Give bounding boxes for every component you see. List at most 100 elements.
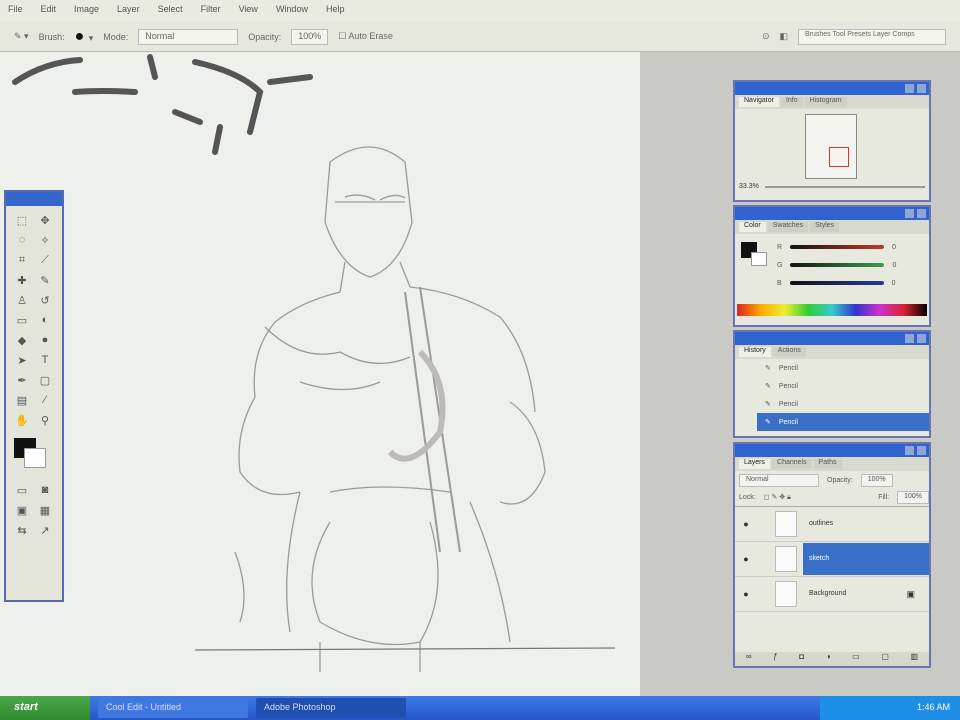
healing-brush-icon[interactable]: ✚ bbox=[14, 274, 30, 288]
panel-titlebar[interactable] bbox=[735, 82, 929, 95]
lasso-tool-icon[interactable]: ◌ bbox=[14, 234, 30, 248]
blue-value[interactable]: 0 bbox=[892, 280, 896, 287]
menu-view[interactable]: View bbox=[239, 4, 258, 18]
blend-mode-select[interactable]: Normal bbox=[739, 473, 819, 487]
magic-wand-icon[interactable]: ✧ bbox=[37, 234, 53, 248]
tab-histogram[interactable]: Histogram bbox=[804, 97, 847, 107]
zoom-slider[interactable] bbox=[764, 185, 925, 188]
brush-picker[interactable]: ● ▾ bbox=[75, 28, 94, 46]
menu-file[interactable]: File bbox=[8, 4, 23, 18]
eye-icon[interactable]: ● bbox=[735, 589, 757, 599]
fill-input[interactable]: 100% bbox=[897, 491, 929, 504]
history-item-current[interactable]: ✎ Pencil bbox=[757, 413, 929, 431]
history-item[interactable]: ✎ Pencil bbox=[757, 359, 929, 377]
crop-tool-icon[interactable]: ⌗ bbox=[14, 254, 30, 268]
menu-filter[interactable]: Filter bbox=[201, 4, 221, 18]
trash-icon[interactable]: ▥ bbox=[911, 652, 919, 666]
history-item[interactable]: ✎ Pencil bbox=[757, 377, 929, 395]
notes-tool-icon[interactable]: ▤ bbox=[14, 394, 30, 408]
layer-name[interactable]: sketch bbox=[803, 543, 929, 575]
fullscreen-mode-icon[interactable]: ▦ bbox=[37, 504, 53, 518]
menu-window[interactable]: Window bbox=[276, 4, 308, 18]
layer-opacity-input[interactable]: 100% bbox=[860, 473, 893, 487]
red-value[interactable]: 0 bbox=[892, 244, 896, 251]
green-value[interactable]: 0 bbox=[892, 262, 896, 269]
minimize-icon[interactable] bbox=[905, 334, 914, 343]
new-layer-icon[interactable]: ▢ bbox=[881, 652, 889, 666]
close-icon[interactable] bbox=[917, 334, 926, 343]
document-canvas[interactable] bbox=[0, 52, 640, 696]
type-tool-icon[interactable]: T bbox=[37, 354, 53, 368]
menu-edit[interactable]: Edit bbox=[41, 4, 57, 18]
pen-tool-icon[interactable]: ✒ bbox=[14, 374, 30, 388]
menu-select[interactable]: Select bbox=[158, 4, 183, 18]
layer-row[interactable]: ● outlines bbox=[735, 507, 929, 542]
lock-icons[interactable]: ◻ ✎ ✥ 🔒︎ bbox=[764, 493, 791, 502]
navigator-preview[interactable] bbox=[735, 109, 929, 183]
eye-icon[interactable]: ● bbox=[735, 519, 757, 529]
history-item[interactable]: ✎ Pencil bbox=[757, 395, 929, 413]
dodge-tool-icon[interactable]: ● bbox=[37, 334, 53, 348]
tab-channels[interactable]: Channels bbox=[772, 459, 812, 469]
close-icon[interactable] bbox=[917, 446, 926, 455]
layer-style-icon[interactable]: ƒ bbox=[773, 652, 777, 666]
link-icon[interactable]: ∞ bbox=[746, 652, 752, 666]
minimize-icon[interactable] bbox=[905, 209, 914, 218]
tab-info[interactable]: Info bbox=[780, 97, 803, 107]
layer-row-selected[interactable]: ● sketch bbox=[735, 542, 929, 577]
close-icon[interactable] bbox=[917, 84, 926, 93]
path-select-icon[interactable]: ➤ bbox=[14, 354, 30, 368]
imageready-icon[interactable]: ⇆ bbox=[14, 524, 30, 538]
blur-tool-icon[interactable]: ◆ bbox=[14, 334, 30, 348]
eraser-tool-icon[interactable]: ▭ bbox=[14, 314, 30, 328]
stamp-tool-icon[interactable]: ♙ bbox=[14, 294, 30, 308]
standard-mode-icon[interactable]: ▭ bbox=[14, 484, 30, 498]
background-color[interactable] bbox=[24, 448, 46, 468]
tab-paths[interactable]: Paths bbox=[813, 459, 842, 469]
start-button[interactable]: start bbox=[0, 696, 90, 720]
tab-actions[interactable]: Actions bbox=[772, 347, 806, 357]
toolbox-titlebar[interactable] bbox=[6, 192, 62, 206]
marquee-tool-icon[interactable]: ⬚ bbox=[14, 214, 30, 228]
mode-select[interactable]: Normal bbox=[138, 28, 239, 45]
tab-color[interactable]: Color bbox=[739, 222, 766, 232]
color-ramp[interactable] bbox=[737, 304, 927, 316]
hand-tool-icon[interactable]: ✋ bbox=[14, 414, 30, 428]
mask-icon[interactable]: ◘ bbox=[799, 652, 804, 666]
view-box[interactable] bbox=[829, 147, 849, 167]
zoom-value[interactable]: 33.3% bbox=[739, 183, 759, 190]
background-swatch[interactable] bbox=[751, 252, 767, 266]
minimize-icon[interactable] bbox=[905, 446, 914, 455]
palette-icon[interactable]: ◧ bbox=[779, 31, 788, 42]
layer-name[interactable]: outlines bbox=[803, 508, 929, 540]
taskbar-item-photoshop[interactable]: Adobe Photoshop bbox=[256, 698, 406, 718]
panel-titlebar[interactable] bbox=[735, 207, 929, 220]
brush-tool-icon[interactable]: ✎ bbox=[37, 274, 53, 288]
menu-image[interactable]: Image bbox=[74, 4, 99, 18]
palette-well[interactable]: Brushes Tool Presets Layer Comps bbox=[798, 28, 946, 45]
layer-row[interactable]: ● Background ▣ bbox=[735, 577, 929, 612]
auto-erase-checkbox[interactable]: ☐ Auto Erase bbox=[338, 31, 393, 42]
minimize-icon[interactable] bbox=[905, 84, 914, 93]
move-tool-icon[interactable]: ✥ bbox=[37, 214, 53, 228]
tab-layers[interactable]: Layers bbox=[739, 459, 771, 469]
layer-name[interactable]: Background bbox=[803, 578, 906, 610]
menu-help[interactable]: Help bbox=[326, 4, 345, 18]
jump-icon[interactable]: ↗ bbox=[37, 524, 53, 538]
close-icon[interactable] bbox=[917, 209, 926, 218]
taskbar-item-cool-edit[interactable]: Cool Edit - Untitled bbox=[98, 698, 248, 718]
green-slider[interactable] bbox=[790, 263, 885, 267]
zoom-tool-icon[interactable]: ⚲ bbox=[37, 414, 53, 428]
shape-tool-icon[interactable]: ▢ bbox=[37, 374, 53, 388]
blue-slider[interactable] bbox=[789, 281, 884, 285]
screen-mode-icon[interactable]: ▣ bbox=[14, 504, 30, 518]
pencil-tool-preset-icon[interactable]: ✎ ▾ bbox=[14, 31, 29, 42]
opacity-input[interactable]: 100% bbox=[291, 28, 329, 45]
tab-history[interactable]: History bbox=[739, 347, 771, 357]
tab-styles[interactable]: Styles bbox=[810, 222, 840, 232]
panel-titlebar[interactable] bbox=[735, 444, 929, 457]
panel-titlebar[interactable] bbox=[735, 332, 929, 345]
quickmask-mode-icon[interactable]: ◙ bbox=[37, 484, 53, 498]
red-slider[interactable] bbox=[790, 245, 885, 249]
tab-navigator[interactable]: Navigator bbox=[739, 97, 779, 107]
